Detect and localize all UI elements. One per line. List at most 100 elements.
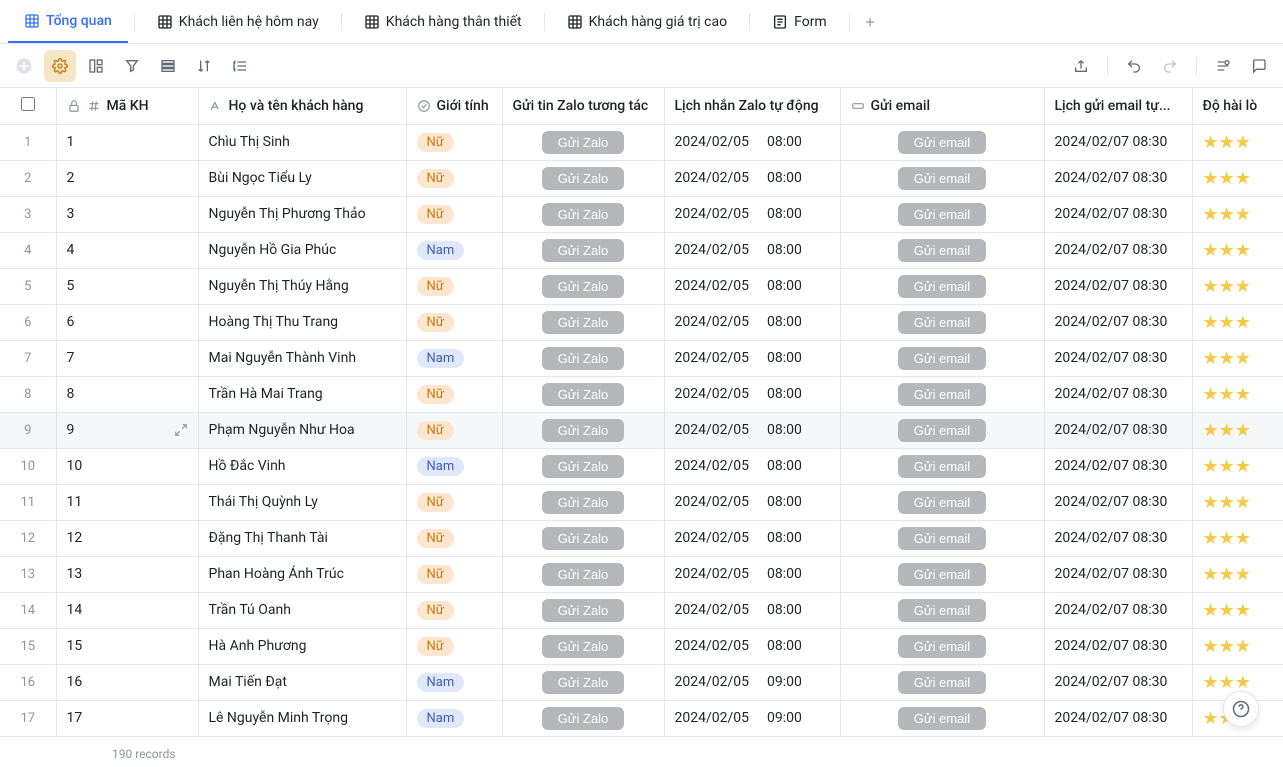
cell-lichzalo[interactable]: 2024/02/0508:00 — [664, 484, 840, 520]
cell-makh[interactable]: 9 — [56, 412, 198, 448]
cell-makh[interactable]: 10 — [56, 448, 198, 484]
cell-zalo[interactable]: Gửi Zalo — [502, 232, 664, 268]
send-zalo-button[interactable]: Gửi Zalo — [542, 203, 625, 226]
cell-lichzalo[interactable]: 2024/02/0509:00 — [664, 664, 840, 700]
cell-makh[interactable]: 2 — [56, 160, 198, 196]
cell-gioitinh[interactable]: Nữ — [406, 556, 502, 592]
cell-zalo[interactable]: Gửi Zalo — [502, 628, 664, 664]
redo-button[interactable] — [1154, 50, 1186, 82]
cell-email[interactable]: Gửi email — [840, 304, 1044, 340]
cell-email[interactable]: Gửi email — [840, 376, 1044, 412]
cell-gioitinh[interactable]: Nữ — [406, 376, 502, 412]
cell-hoten[interactable]: Nguyễn Thị Thúy Hằng — [198, 268, 406, 304]
send-email-button[interactable]: Gửi email — [898, 707, 986, 730]
cell-zalo[interactable]: Gửi Zalo — [502, 340, 664, 376]
cell-hailong[interactable]: ★★★ — [1192, 592, 1283, 628]
table-row[interactable]: 44Nguyễn Hồ Gia PhúcNamGửi Zalo2024/02/0… — [0, 232, 1283, 268]
cell-zalo[interactable]: Gửi Zalo — [502, 664, 664, 700]
settings-field-button[interactable] — [44, 50, 76, 82]
cell-hoten[interactable]: Đặng Thị Thanh Tài — [198, 520, 406, 556]
cell-lichemail[interactable]: 2024/02/07 08:30 — [1044, 664, 1192, 700]
cell-email[interactable]: Gửi email — [840, 448, 1044, 484]
filter-button[interactable] — [116, 50, 148, 82]
header-hoten[interactable]: Họ và tên khách hàng — [198, 88, 406, 124]
send-zalo-button[interactable]: Gửi Zalo — [542, 239, 625, 262]
comment-button[interactable] — [1243, 50, 1275, 82]
send-email-button[interactable]: Gửi email — [898, 311, 986, 334]
cell-lichzalo[interactable]: 2024/02/0508:00 — [664, 520, 840, 556]
cell-gioitinh[interactable]: Nữ — [406, 160, 502, 196]
cell-lichemail[interactable]: 2024/02/07 08:30 — [1044, 232, 1192, 268]
tab-2[interactable]: Khách hàng thân thiết — [348, 0, 538, 43]
cell-lichemail[interactable]: 2024/02/07 08:30 — [1044, 484, 1192, 520]
cell-lichemail[interactable]: 2024/02/07 08:30 — [1044, 592, 1192, 628]
cell-lichemail[interactable]: 2024/02/07 08:30 — [1044, 160, 1192, 196]
cell-lichemail[interactable]: 2024/02/07 08:30 — [1044, 628, 1192, 664]
cell-zalo[interactable]: Gửi Zalo — [502, 124, 664, 160]
send-zalo-button[interactable]: Gửi Zalo — [542, 671, 625, 694]
cell-email[interactable]: Gửi email — [840, 340, 1044, 376]
cell-makh[interactable]: 3 — [56, 196, 198, 232]
cell-hoten[interactable]: Hoàng Thị Thu Trang — [198, 304, 406, 340]
cell-lichemail[interactable]: 2024/02/07 08:30 — [1044, 340, 1192, 376]
cell-hailong[interactable]: ★★★ — [1192, 196, 1283, 232]
cell-gioitinh[interactable]: Nam — [406, 448, 502, 484]
send-email-button[interactable]: Gửi email — [898, 203, 986, 226]
cell-email[interactable]: Gửi email — [840, 664, 1044, 700]
tab-4[interactable]: Form — [756, 0, 843, 43]
cell-makh[interactable]: 11 — [56, 484, 198, 520]
send-email-button[interactable]: Gửi email — [898, 563, 986, 586]
cell-zalo[interactable]: Gửi Zalo — [502, 412, 664, 448]
send-email-button[interactable]: Gửi email — [898, 347, 986, 370]
cell-zalo[interactable]: Gửi Zalo — [502, 556, 664, 592]
cell-lichzalo[interactable]: 2024/02/0508:00 — [664, 232, 840, 268]
cell-zalo[interactable]: Gửi Zalo — [502, 196, 664, 232]
cell-email[interactable]: Gửi email — [840, 412, 1044, 448]
cell-lichemail[interactable]: 2024/02/07 08:30 — [1044, 196, 1192, 232]
table-row[interactable]: 1515Hà Anh PhươngNữGửi Zalo2024/02/0508:… — [0, 628, 1283, 664]
cell-makh[interactable]: 6 — [56, 304, 198, 340]
header-lichzalo[interactable]: Lịch nhắn Zalo tự động — [664, 88, 840, 124]
table-row[interactable]: 88Trần Hà Mai TrangNữGửi Zalo2024/02/050… — [0, 376, 1283, 412]
cell-zalo[interactable]: Gửi Zalo — [502, 376, 664, 412]
cell-hailong[interactable]: ★★★ — [1192, 376, 1283, 412]
cell-gioitinh[interactable]: Nam — [406, 664, 502, 700]
cell-makh[interactable]: 7 — [56, 340, 198, 376]
tab-1[interactable]: Khách liên hệ hôm nay — [141, 0, 335, 43]
cell-zalo[interactable]: Gửi Zalo — [502, 592, 664, 628]
table-row[interactable]: 1313Phan Hoàng Ánh TrúcNữGửi Zalo2024/02… — [0, 556, 1283, 592]
cell-hailong[interactable]: ★★★ — [1192, 628, 1283, 664]
cell-lichzalo[interactable]: 2024/02/0508:00 — [664, 592, 840, 628]
cell-hailong[interactable]: ★★★ — [1192, 484, 1283, 520]
cell-hoten[interactable]: Thái Thị Quỳnh Ly — [198, 484, 406, 520]
cell-lichemail[interactable]: 2024/02/07 08:30 — [1044, 304, 1192, 340]
cell-lichemail[interactable]: 2024/02/07 08:30 — [1044, 700, 1192, 736]
send-zalo-button[interactable]: Gửi Zalo — [542, 419, 625, 442]
add-record-button[interactable] — [8, 50, 40, 82]
cell-gioitinh[interactable]: Nữ — [406, 412, 502, 448]
cell-email[interactable]: Gửi email — [840, 520, 1044, 556]
send-email-button[interactable]: Gửi email — [898, 527, 986, 550]
send-email-button[interactable]: Gửi email — [898, 491, 986, 514]
cell-hoten[interactable]: Phạm Nguyễn Như Hoa — [198, 412, 406, 448]
send-zalo-button[interactable]: Gửi Zalo — [542, 275, 625, 298]
cell-email[interactable]: Gửi email — [840, 196, 1044, 232]
cell-makh[interactable]: 16 — [56, 664, 198, 700]
cell-email[interactable]: Gửi email — [840, 592, 1044, 628]
cell-gioitinh[interactable]: Nữ — [406, 196, 502, 232]
table-row[interactable]: 1111Thái Thị Quỳnh LyNữGửi Zalo2024/02/0… — [0, 484, 1283, 520]
cell-lichzalo[interactable]: 2024/02/0508:00 — [664, 340, 840, 376]
cell-lichemail[interactable]: 2024/02/07 08:30 — [1044, 124, 1192, 160]
cell-lichzalo[interactable]: 2024/02/0508:00 — [664, 160, 840, 196]
cell-gioitinh[interactable]: Nam — [406, 232, 502, 268]
cell-zalo[interactable]: Gửi Zalo — [502, 520, 664, 556]
cell-gioitinh[interactable]: Nữ — [406, 124, 502, 160]
cell-hailong[interactable]: ★★★ — [1192, 268, 1283, 304]
cell-zalo[interactable]: Gửi Zalo — [502, 304, 664, 340]
cell-hailong[interactable]: ★★★ — [1192, 520, 1283, 556]
send-zalo-button[interactable]: Gửi Zalo — [542, 455, 625, 478]
cell-gioitinh[interactable]: Nam — [406, 700, 502, 736]
add-tab-button[interactable] — [856, 8, 884, 36]
cell-hailong[interactable]: ★★★ — [1192, 412, 1283, 448]
expand-icon[interactable] — [174, 423, 188, 437]
